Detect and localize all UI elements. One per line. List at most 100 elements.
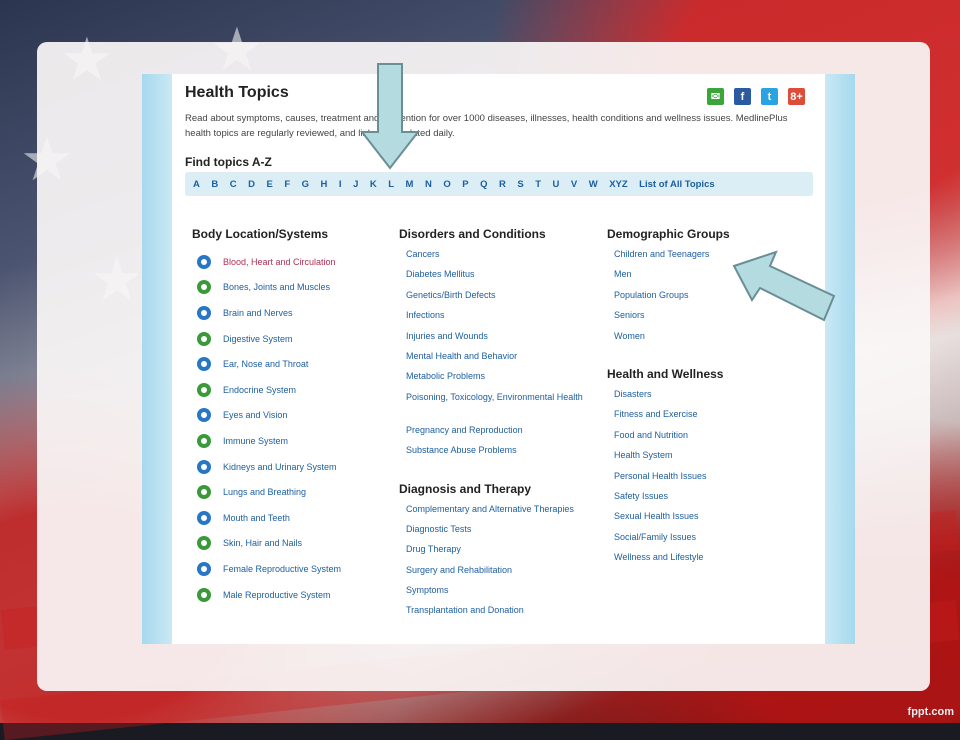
topic-link[interactable]: Symptoms — [399, 585, 589, 605]
az-letter-link[interactable]: A — [193, 179, 200, 190]
az-letter-link[interactable]: I — [339, 179, 342, 190]
topic-link[interactable]: Metabolic Problems — [399, 371, 589, 391]
topic-link[interactable]: Drug Therapy — [399, 544, 589, 564]
topic-link[interactable]: Diabetes Mellitus — [399, 269, 589, 289]
topic-link[interactable]: Kidneys and Urinary System — [192, 454, 341, 480]
topic-link[interactable]: Seniors — [607, 310, 730, 330]
page-title: Health Topics — [185, 84, 289, 101]
intro-text: Read about symptoms, causes, treatment a… — [185, 113, 788, 139]
topic-link[interactable]: Injuries and Wounds — [399, 331, 589, 351]
body-system-icon — [197, 459, 211, 474]
az-letter-link[interactable]: C — [230, 179, 237, 190]
topic-link[interactable]: Population Groups — [607, 290, 730, 310]
section-heading: Disorders and Conditions — [399, 227, 546, 241]
all-topics-link[interactable]: List of All Topics — [639, 179, 714, 190]
topic-link[interactable]: Mental Health and Behavior — [399, 351, 589, 371]
section-heading: Demographic Groups — [607, 227, 730, 241]
topic-link[interactable]: Children and Teenagers — [607, 249, 730, 269]
topic-link[interactable]: Pregnancy and Reproduction — [399, 425, 589, 445]
az-letter-link[interactable]: N — [425, 179, 432, 190]
topic-link[interactable]: Genetics/Birth Defects — [399, 290, 589, 310]
topic-link[interactable]: Men — [607, 269, 730, 289]
section-heading: Health and Wellness — [607, 366, 724, 381]
topic-label: Female Reproductive System — [223, 563, 342, 574]
topic-link[interactable]: Female Reproductive System — [192, 556, 341, 582]
body-system-icon — [197, 485, 211, 500]
topic-link[interactable]: Surgery and Rehabilitation — [399, 565, 589, 585]
topic-link[interactable]: Mouth and Teeth — [192, 505, 341, 531]
az-letter-link[interactable]: F — [284, 179, 290, 190]
az-letter-link[interactable]: T — [535, 179, 541, 190]
az-letter-link[interactable]: L — [388, 179, 394, 190]
az-letter-link[interactable]: S — [517, 179, 523, 190]
fppt-logo: fppt.com — [907, 706, 954, 718]
topic-label: Skin, Hair and Nails — [223, 538, 303, 549]
az-letter-link[interactable]: W — [589, 179, 598, 190]
topic-label: Eyes and Vision — [223, 410, 288, 421]
body-system-icon — [197, 408, 211, 423]
body-system-icon — [197, 280, 211, 295]
az-letter-link[interactable]: Q — [480, 179, 487, 190]
topic-label: Kidneys and Urinary System — [223, 461, 337, 472]
az-letter-link[interactable]: P — [462, 179, 468, 190]
topic-link[interactable]: Cancers — [399, 249, 589, 269]
share-buttons: ✉ f t 8+ — [707, 88, 805, 105]
topic-link[interactable]: Eyes and Vision — [192, 403, 341, 429]
body-system-icon — [197, 254, 211, 269]
topic-link[interactable]: Brain and Nerves — [192, 300, 341, 326]
topic-link[interactable]: Health System — [607, 450, 730, 470]
topic-link[interactable]: Lungs and Breathing — [192, 479, 341, 505]
topic-label: Lungs and Breathing — [223, 487, 307, 498]
topic-link[interactable]: Poisoning, Toxicology, Environmental Hea… — [399, 392, 589, 425]
topic-label: Immune System — [223, 435, 289, 446]
topic-link[interactable]: Ear, Nose and Throat — [192, 351, 341, 377]
body-system-icon — [197, 561, 211, 576]
topic-link[interactable]: Infections — [399, 310, 589, 330]
topic-link[interactable]: Diagnostic Tests — [399, 524, 589, 544]
topic-link[interactable]: Personal Health Issues — [607, 471, 730, 491]
az-letter-link[interactable]: O — [443, 179, 450, 190]
az-letter-link[interactable]: U — [553, 179, 560, 190]
topic-label: Endocrine System — [223, 384, 297, 395]
topic-link[interactable]: Male Reproductive System — [192, 582, 341, 608]
topic-link[interactable]: Wellness and Lifestyle — [607, 552, 730, 572]
down-arrow-annotation — [360, 63, 420, 170]
topic-link[interactable]: Transplantation and Donation — [399, 605, 589, 625]
topic-label: Ear, Nose and Throat — [223, 359, 309, 370]
az-letter-link[interactable]: K — [370, 179, 377, 190]
topic-link[interactable]: Substance Abuse Problems — [399, 445, 589, 465]
topic-link[interactable]: Skin, Hair and Nails — [192, 531, 341, 557]
topic-link[interactable]: Digestive System — [192, 326, 341, 352]
az-letter-link[interactable]: XYZ — [609, 179, 627, 190]
twitter-icon[interactable]: t — [761, 88, 778, 105]
az-letter-link[interactable]: D — [248, 179, 255, 190]
topic-link[interactable]: Immune System — [192, 428, 341, 454]
topic-label: Digestive System — [223, 333, 293, 344]
topic-link[interactable]: Women — [607, 331, 730, 351]
az-letter-link[interactable]: H — [321, 179, 328, 190]
az-letter-link[interactable]: M — [406, 179, 414, 190]
az-letter-link[interactable]: J — [353, 179, 358, 190]
topic-link[interactable]: Food and Nutrition — [607, 430, 730, 450]
az-letter-link[interactable]: B — [211, 179, 218, 190]
topic-link[interactable]: Social/Family Issues — [607, 532, 730, 552]
facebook-icon[interactable]: f — [734, 88, 751, 105]
topic-link[interactable]: Safety Issues — [607, 491, 730, 511]
topic-link[interactable]: Bones, Joints and Muscles — [192, 275, 341, 301]
topic-link[interactable]: Disasters — [607, 389, 730, 409]
topic-label: Blood, Heart and Circulation — [223, 256, 336, 267]
az-letter-link[interactable]: V — [571, 179, 577, 190]
topic-link[interactable]: Sexual Health Issues — [607, 511, 730, 531]
topic-link[interactable]: Complementary and Alternative Therapies — [399, 504, 589, 524]
left-arrow-annotation — [732, 250, 836, 322]
az-letter-link[interactable]: E — [267, 179, 273, 190]
topic-link[interactable]: Fitness and Exercise — [607, 409, 730, 429]
google-plus-icon[interactable]: 8+ — [788, 88, 805, 105]
health-topics-page: Health Topics ✉ f t 8+ Read about sympto… — [142, 74, 855, 644]
body-system-icon — [197, 510, 211, 525]
topic-link[interactable]: Endocrine System — [192, 377, 341, 403]
email-icon[interactable]: ✉ — [707, 88, 724, 105]
az-letter-link[interactable]: R — [499, 179, 506, 190]
topic-link[interactable]: Blood, Heart and Circulation — [192, 249, 341, 275]
az-letter-link[interactable]: G — [302, 179, 309, 190]
